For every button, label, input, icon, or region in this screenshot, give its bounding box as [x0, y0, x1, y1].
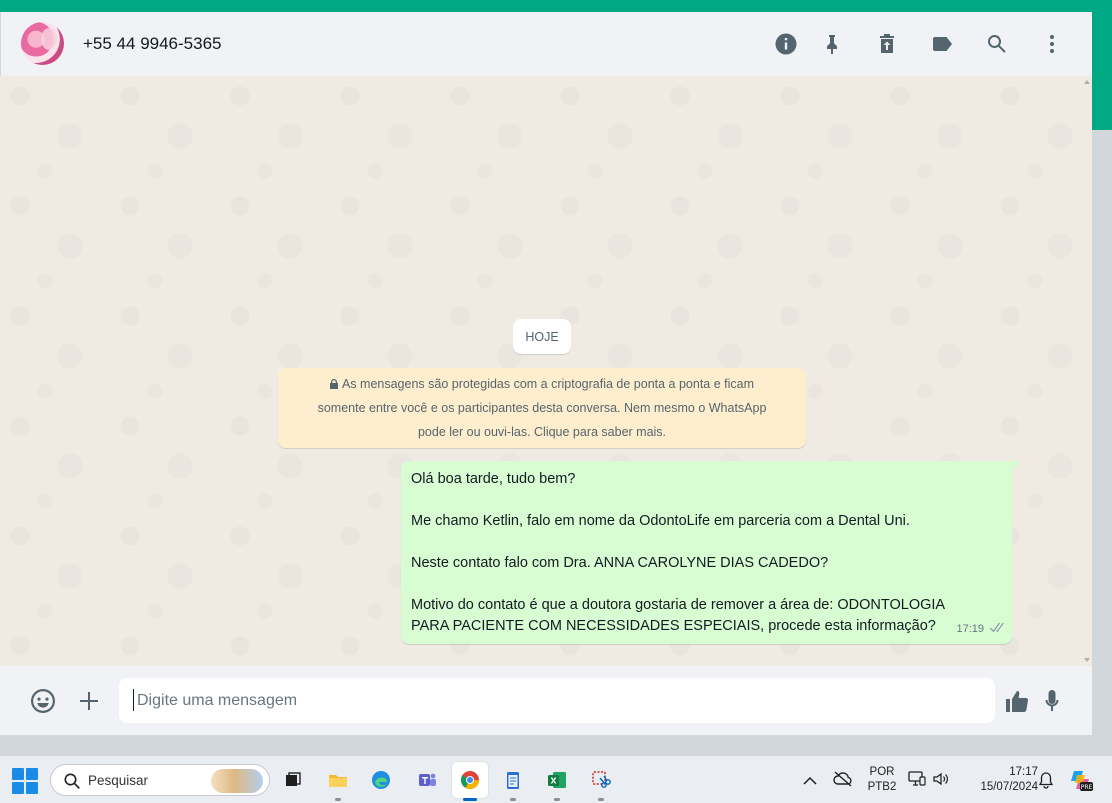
thumbs-up-icon[interactable] — [1003, 687, 1031, 715]
message-text: PARA PACIENTE COM NECESSIDADES ESPECIAIS… — [411, 618, 936, 634]
windows-taskbar: Pesquisar POR PTB2 17:17 15/07/2024 PRE — [0, 755, 1112, 803]
scroll-up-arrow[interactable] — [1084, 80, 1090, 84]
search-icon[interactable] — [985, 32, 1009, 56]
notepad-icon[interactable] — [495, 762, 531, 801]
show-hidden-icons-chevron-icon[interactable] — [803, 773, 817, 791]
info-icon[interactable] — [774, 32, 798, 56]
lock-icon — [329, 373, 338, 389]
outgoing-message-bubble[interactable]: Olá boa tarde, tudo bem? Me chamo Ketlin… — [401, 461, 1020, 644]
search-highlight-image — [211, 769, 263, 793]
volume-icon[interactable] — [932, 771, 950, 792]
encryption-notice[interactable]: As mensagens são protegidas com a cripto… — [278, 368, 806, 448]
running-indicator — [554, 798, 560, 801]
excel-icon[interactable] — [539, 762, 575, 801]
network-icon[interactable] — [908, 771, 926, 792]
teams-icon[interactable] — [409, 762, 445, 798]
encryption-notice-line: somente entre você e os participantes de… — [317, 401, 767, 415]
language-code: POR — [869, 766, 895, 778]
search-icon — [63, 772, 81, 790]
window-edge-accent — [1092, 12, 1112, 130]
running-indicator — [463, 798, 477, 801]
double-check-icon — [988, 620, 1004, 638]
app-top-accent-strip — [0, 0, 1112, 12]
message-composer — [0, 666, 1092, 735]
contact-name[interactable]: +55 44 9946-5365 — [83, 34, 222, 54]
message-time: 17:19 — [956, 623, 984, 635]
desktop-gap — [0, 735, 1112, 755]
label-icon[interactable] — [930, 32, 954, 56]
message-text: Olá boa tarde, tudo bem? — [411, 471, 576, 487]
running-indicator — [598, 798, 604, 801]
attach-plus-icon[interactable] — [75, 687, 103, 715]
window-edge — [1092, 130, 1112, 735]
pin-icon[interactable] — [820, 32, 844, 56]
contact-avatar[interactable] — [21, 22, 64, 65]
chat-header: +55 44 9946-5365 — [0, 12, 1092, 76]
message-text: Neste contato falo com Dra. ANNA CAROLYN… — [411, 555, 829, 571]
copilot-icon[interactable]: PRE — [1068, 767, 1094, 798]
emoji-icon[interactable] — [29, 687, 57, 715]
encryption-notice-line: As mensagens são protegidas com a cripto… — [292, 372, 792, 396]
running-indicator — [335, 798, 341, 801]
taskbar-search[interactable]: Pesquisar — [50, 764, 270, 796]
file-explorer-icon[interactable] — [320, 762, 356, 801]
encryption-notice-line: pode ler ou ouvi-las. Clique para saber … — [417, 425, 667, 439]
message-list[interactable]: HOJE As mensagens são protegidas com a c… — [0, 76, 1092, 666]
clock-time: 17:17 — [1009, 766, 1038, 778]
menu-icon[interactable] — [1040, 32, 1064, 56]
clock-date: 15/07/2024 — [980, 781, 1038, 793]
notification-bell-icon[interactable] — [1038, 771, 1054, 794]
text-cursor — [133, 689, 134, 711]
scroll-down-arrow[interactable] — [1084, 658, 1090, 662]
archive-icon[interactable] — [875, 32, 899, 56]
message-text: Motivo do contato é que a doutora gostar… — [411, 597, 946, 613]
onedrive-offline-icon[interactable] — [833, 770, 853, 793]
input-language-indicator[interactable]: POR PTB2 — [865, 765, 899, 795]
message-meta: 17:19 — [956, 620, 1004, 638]
running-indicator — [510, 798, 516, 801]
date-divider: HOJE — [513, 319, 571, 354]
snipping-tool-icon[interactable] — [583, 762, 619, 801]
chrome-icon[interactable] — [452, 762, 488, 801]
edge-browser-icon[interactable] — [363, 762, 399, 798]
message-input[interactable] — [119, 678, 995, 723]
taskbar-clock[interactable]: 17:17 15/07/2024 — [962, 765, 1038, 795]
whatsapp-chat-window: +55 44 9946-5365 HOJE As mensagens são p… — [0, 12, 1092, 735]
search-label: Pesquisar — [88, 773, 149, 788]
message-text: Me chamo Ketlin, falo em nome da OdontoL… — [411, 513, 910, 529]
microphone-icon[interactable] — [1038, 687, 1066, 715]
keyboard-layout: PTB2 — [867, 781, 897, 793]
svg-text:PRE: PRE — [1081, 784, 1093, 791]
task-view-icon[interactable] — [275, 762, 311, 798]
windows-start-icon[interactable] — [12, 768, 38, 794]
